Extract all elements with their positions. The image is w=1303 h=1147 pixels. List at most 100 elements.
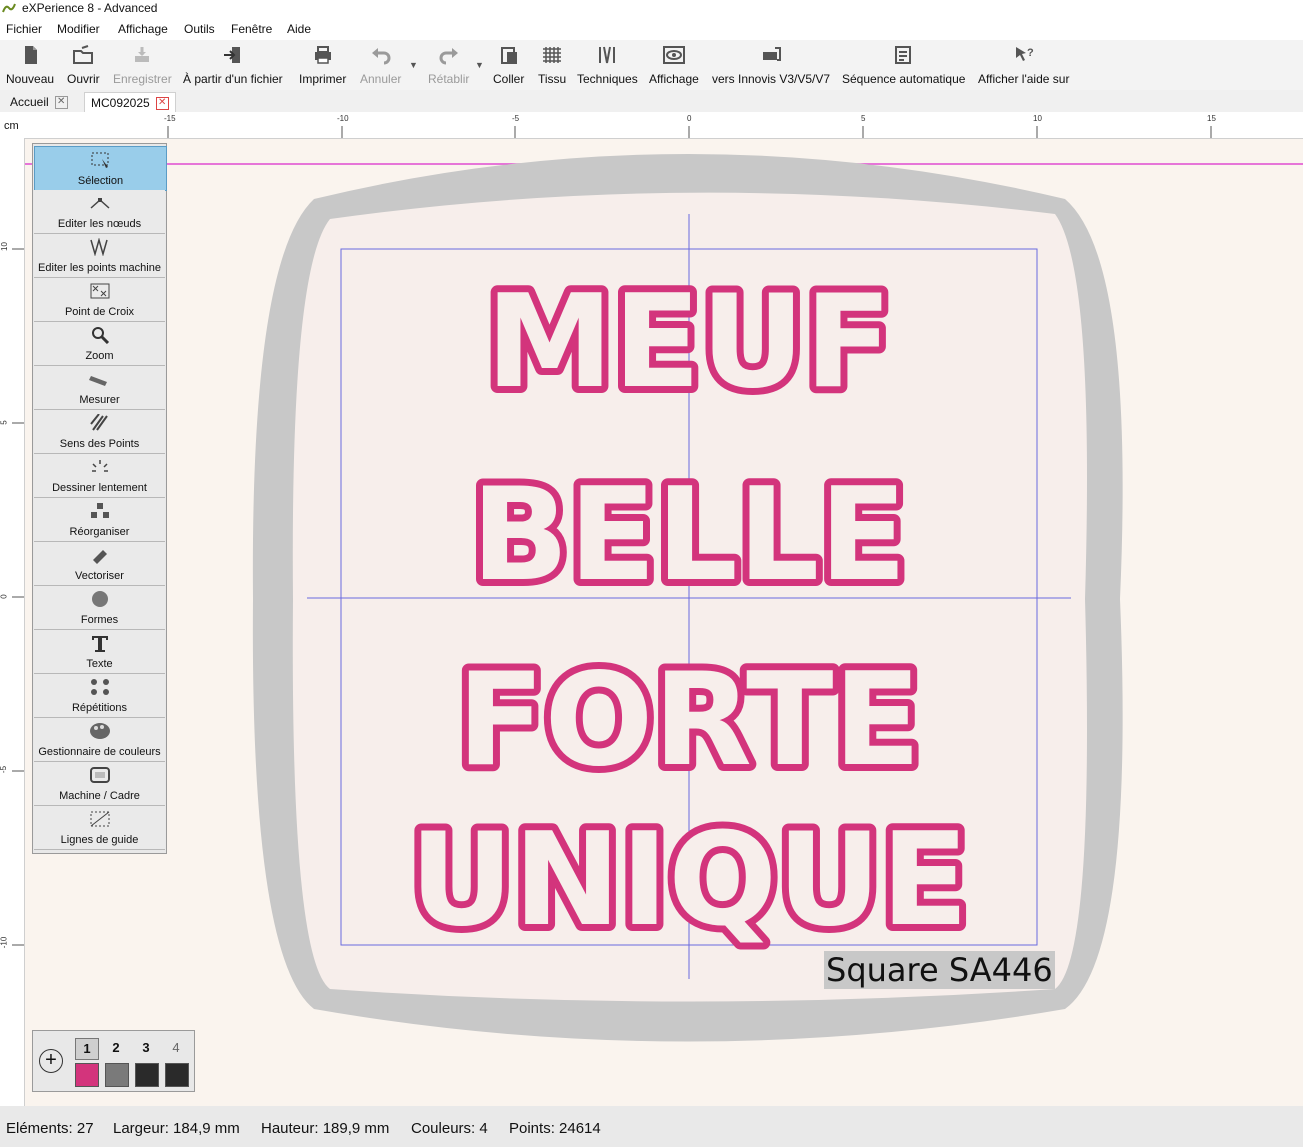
zoom-icon [92, 327, 110, 344]
techniques-icon [599, 46, 616, 64]
color-manager-icon [90, 723, 110, 739]
tool-zoom[interactable]: Zoom [34, 322, 165, 366]
embroidery-text[interactable]: MEUF BELLE FORTE UNIQUE [25, 139, 1303, 1106]
menu-fenetre[interactable]: Fenêtre [231, 22, 272, 36]
redo-button[interactable]: Rétablir [428, 44, 469, 86]
color-swatch[interactable] [165, 1063, 189, 1087]
menu-fichier[interactable]: Fichier [6, 22, 42, 36]
design-line-1: MEUF [486, 268, 892, 417]
color-number[interactable]: 4 [165, 1040, 187, 1055]
import-file-icon [223, 47, 240, 63]
new-file-icon [25, 46, 38, 64]
tool-shapes[interactable]: Formes [34, 586, 165, 630]
color-number[interactable]: 1 [75, 1038, 99, 1060]
ruler-label: 10 [1033, 114, 1042, 123]
status-width: Largeur: 184,9 mm [113, 1120, 240, 1137]
menu-bar: Fichier Modifier Affichage Outils Fenêtr… [0, 18, 1303, 40]
open-button[interactable]: Ouvrir [67, 44, 100, 86]
tool-draw-slowly[interactable]: Dessiner lentement [34, 454, 165, 498]
tool-selection[interactable]: Sélection [34, 146, 167, 191]
design-line-2: BELLE [471, 461, 907, 610]
redo-dropdown-icon[interactable]: ▼ [475, 60, 484, 70]
status-height: Hauteur: 189,9 mm [261, 1120, 390, 1137]
help-on-button[interactable]: ? Afficher l'aide sur [978, 44, 1069, 86]
color-number[interactable]: 3 [135, 1040, 157, 1055]
paste-button[interactable]: Coller [493, 44, 524, 86]
menu-aide[interactable]: Aide [287, 22, 311, 36]
menu-outils[interactable]: Outils [184, 22, 215, 36]
undo-button[interactable]: Annuler [360, 44, 401, 86]
auto-sequence-icon [894, 46, 911, 64]
new-button[interactable]: Nouveau [6, 44, 54, 86]
color-number[interactable]: 2 [105, 1040, 127, 1055]
tool-color-manager[interactable]: Gestionnaire de couleurs [34, 718, 165, 762]
ruler-label: -15 [164, 114, 176, 123]
ruler-label: 10 [0, 242, 9, 251]
edit-stitches-icon [90, 238, 108, 256]
measure-icon [89, 376, 107, 386]
color-swatch[interactable] [135, 1063, 159, 1087]
shapes-icon [92, 591, 108, 607]
tool-reorganize[interactable]: Réorganiser [34, 498, 165, 542]
fabric-button[interactable]: Tissu [538, 44, 566, 86]
print-button[interactable]: Imprimer [299, 44, 346, 86]
edit-nodes-icon [90, 198, 110, 209]
ruler-label: 5 [0, 420, 9, 425]
tool-measure[interactable]: Mesurer [34, 366, 165, 410]
save-button[interactable]: Enregistrer [113, 44, 172, 86]
color-swatch[interactable] [75, 1063, 99, 1087]
tool-text[interactable]: Texte [34, 630, 165, 674]
cross-stitch-icon [90, 283, 110, 299]
tool-edit-stitches[interactable]: Editer les points machine [34, 234, 165, 278]
ruler-label: -10 [0, 936, 9, 949]
menu-affichage[interactable]: Affichage [118, 22, 168, 36]
close-icon[interactable]: ✕ [54, 96, 68, 110]
draw-slowly-icon [92, 460, 108, 472]
tab-accueil[interactable]: Accueil ✕ [4, 92, 74, 112]
design-canvas[interactable]: MEUF BELLE FORTE UNIQUE Square SA446 [25, 139, 1303, 1106]
import-file-button[interactable]: À partir d'un fichier [183, 44, 283, 86]
ruler-label: -10 [337, 114, 349, 123]
ruler-label: -5 [0, 765, 9, 774]
send-to-innovis-button[interactable]: vers Innovis V3/V5/V7 [712, 44, 830, 86]
add-color-button[interactable]: + [39, 1049, 63, 1073]
design-line-3: FORTE [457, 646, 921, 795]
techniques-button[interactable]: Techniques [577, 44, 638, 86]
color-swatch[interactable] [105, 1063, 129, 1087]
svg-text:?: ? [1027, 47, 1034, 59]
view-button[interactable]: Affichage [649, 44, 699, 86]
tool-guide-lines[interactable]: Lignes de guide [34, 806, 165, 850]
redo-icon [439, 48, 458, 65]
ruler-label: 5 [861, 114, 866, 123]
tool-stitch-direction[interactable]: Sens des Points [34, 410, 165, 454]
eye-icon [662, 46, 685, 64]
undo-dropdown-icon[interactable]: ▼ [409, 60, 418, 70]
status-colors: Couleurs: 4 [411, 1120, 488, 1137]
app-logo-icon [2, 3, 16, 13]
menu-modifier[interactable]: Modifier [57, 22, 100, 36]
ruler-label: 0 [0, 594, 9, 599]
tool-repetitions[interactable]: Répétitions [34, 674, 165, 718]
auto-sequence-button[interactable]: Séquence automatique [842, 44, 965, 86]
machine-transfer-icon [763, 47, 782, 61]
undo-icon [371, 48, 391, 65]
save-icon [135, 47, 150, 62]
vertical-ruler: 10 5 0 -5 -10 [0, 138, 25, 1106]
tab-mc092025[interactable]: MC092025 ✕ [84, 92, 176, 113]
printer-icon [314, 46, 331, 64]
close-icon[interactable]: ✕ [155, 97, 169, 111]
text-icon [92, 636, 108, 652]
tool-panel: Sélection Editer les nœuds Editer les po… [32, 143, 167, 854]
color-sequence-panel: + 1 2 3 4 [32, 1030, 195, 1092]
tool-edit-nodes[interactable]: Editer les nœuds [34, 190, 165, 234]
status-bar: Eléments: 27 Largeur: 184,9 mm Hauteur: … [0, 1106, 1303, 1147]
horizontal-ruler: cm -15 -10 -5 0 5 10 15 [0, 112, 1303, 139]
tool-machine-frame[interactable]: Machine / Cadre [34, 762, 165, 806]
ruler-label: 0 [687, 114, 692, 123]
tool-vectorize[interactable]: Vectoriser [34, 542, 165, 586]
tool-cross-stitch[interactable]: Point de Croix [34, 278, 165, 322]
reorganize-icon [91, 503, 109, 518]
ruler-ticks [12, 248, 24, 946]
main-toolbar: Nouveau Ouvrir Enregistrer À partir d'un… [0, 40, 1303, 91]
repetitions-icon [91, 679, 109, 695]
